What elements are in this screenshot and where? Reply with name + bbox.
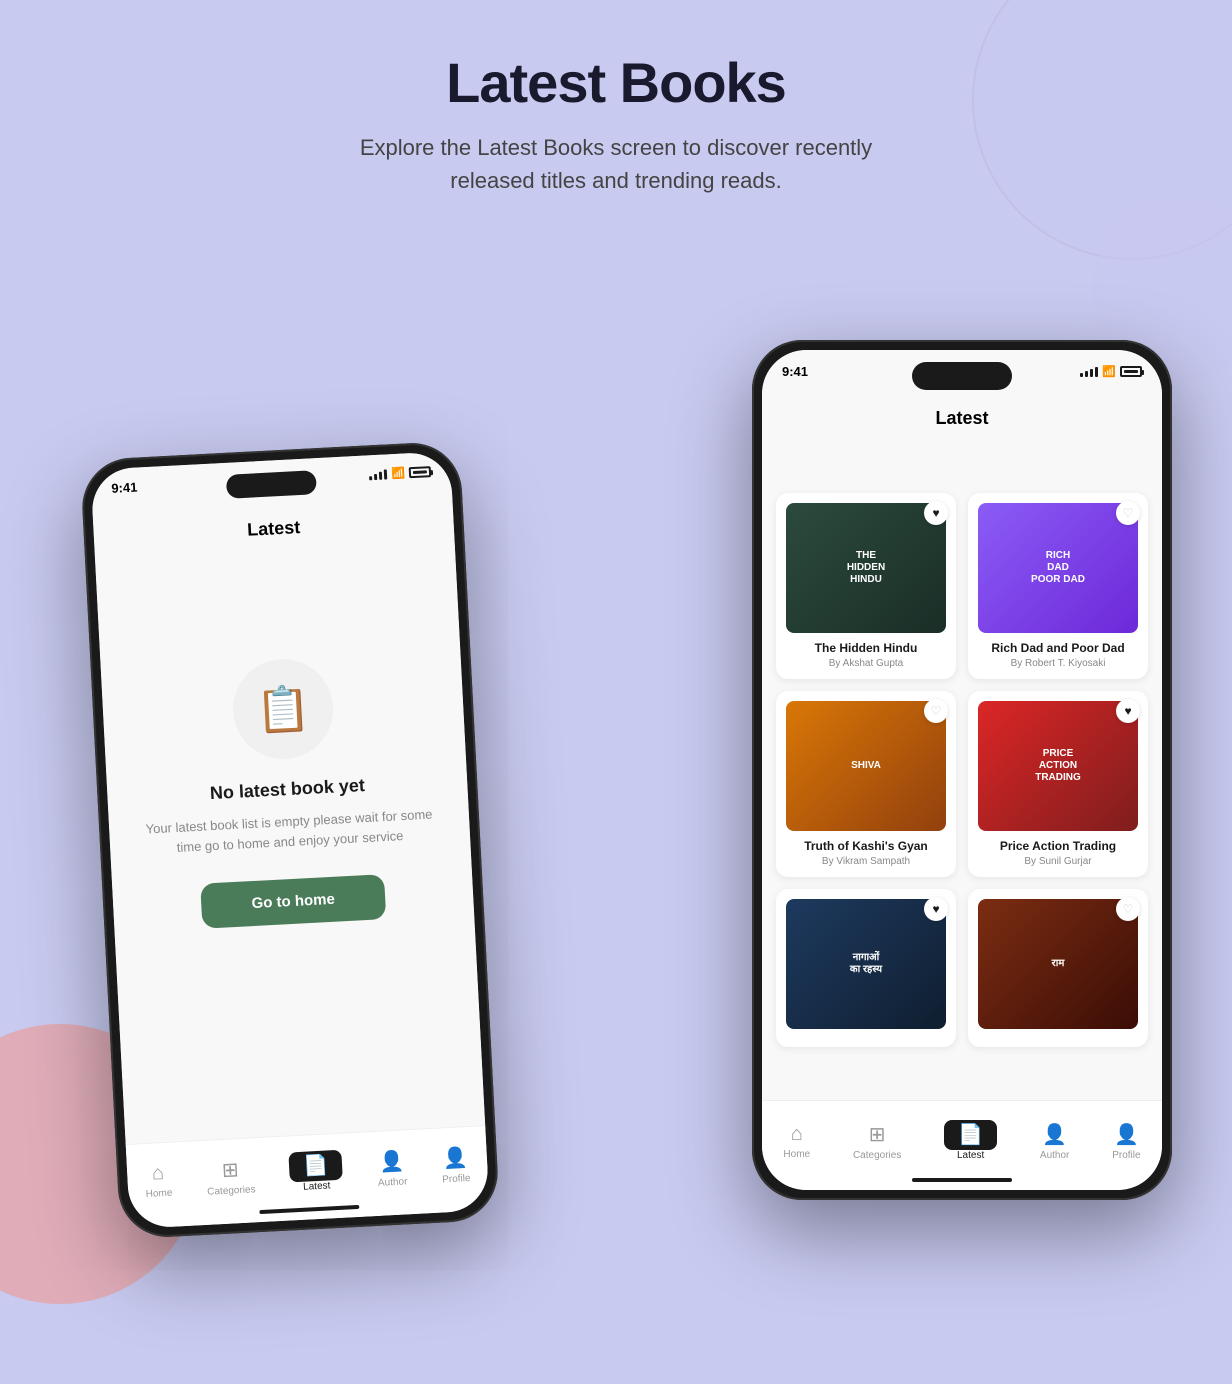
power-button [468, 600, 476, 680]
nav-profile-left[interactable]: 👤 Profile [440, 1145, 470, 1185]
screen-right-content: 9:41 📶 [762, 350, 1162, 1190]
phone-left-screen: 9:41 📶 [90, 451, 489, 1229]
nav-categories-right[interactable]: ⊞ Categories [853, 1122, 901, 1161]
phone-right-screen: 9:41 📶 [762, 350, 1162, 1190]
page-subtitle: Explore the Latest Books screen to disco… [316, 131, 916, 197]
screen-title-right: Latest [762, 408, 1162, 429]
book-author-rich-dad: By Robert T. Kiyosaki [978, 658, 1138, 669]
status-icons-right: 📶 [1080, 365, 1142, 378]
wifi-icon-right: 📶 [1102, 365, 1116, 378]
like-button-hidden-hindu[interactable]: ♥ [924, 501, 948, 525]
bottom-nav-left: ⌂ Home ⊞ Categories 📄 Latest 👤 [126, 1125, 490, 1229]
like-button-ram[interactable]: ♡ [1116, 897, 1140, 921]
time-right: 9:41 [782, 364, 808, 379]
home-icon: ⌂ [151, 1162, 164, 1186]
screen-left-content: 9:41 📶 [90, 451, 489, 1229]
latest-icon-right: 📄 [944, 1122, 997, 1147]
clipboard-icon: 📋 [254, 682, 311, 737]
bottom-nav-right: ⌂ Home ⊞ Categories 📄 Latest 👤 [762, 1100, 1162, 1190]
book-card-rich-dad[interactable]: RICHDADPOOR DAD ♡ Rich Dad and Poor Dad … [968, 493, 1148, 679]
like-button-rich-dad[interactable]: ♡ [1116, 501, 1140, 525]
empty-state: 📋 No latest book yet Your latest book li… [99, 610, 477, 973]
book-author-shiva: By Vikram Sampath [786, 856, 946, 867]
nav-latest-left[interactable]: 📄 Latest [289, 1151, 344, 1193]
dynamic-island-right [912, 362, 1012, 390]
book-card-hidden-hindu[interactable]: THEHIDDENHINDU ♥ The Hidden Hindu By Aks… [776, 493, 956, 679]
profile-icon-left: 👤 [442, 1145, 468, 1171]
book-cover-hidden-hindu: THEHIDDENHINDU [786, 503, 946, 633]
volume-up-button [81, 560, 87, 595]
like-button-shiva[interactable]: ♡ [924, 699, 948, 723]
nav-categories-label-right: Categories [853, 1150, 901, 1161]
nav-home-right[interactable]: ⌂ Home [783, 1123, 810, 1160]
nav-profile-label-left: Profile [442, 1173, 471, 1185]
nav-latest-label: Latest [303, 1180, 331, 1192]
dynamic-island-left [226, 470, 317, 499]
time-left: 9:41 [111, 480, 138, 496]
empty-description: Your latest book list is empty please wa… [139, 804, 441, 859]
signal-icon [369, 469, 387, 480]
nav-author-label-left: Author [378, 1176, 408, 1189]
author-icon-right: 👤 [1042, 1122, 1067, 1147]
book-title-shiva: Truth of Kashi's Gyan [786, 839, 946, 853]
status-icons-left: 📶 [369, 465, 431, 481]
phone-left: 9:41 📶 [80, 441, 500, 1240]
empty-icon-container: 📋 [231, 657, 336, 762]
home-indicator-right [912, 1178, 1012, 1182]
latest-icon: 📄 [289, 1151, 343, 1179]
like-button-price-action[interactable]: ♥ [1116, 699, 1140, 723]
nav-home-left[interactable]: ⌂ Home [144, 1161, 173, 1199]
book-card-naagas[interactable]: नागाओंका रहस्य ♥ [776, 889, 956, 1047]
like-button-naagas[interactable]: ♥ [924, 897, 948, 921]
author-icon-left: 👤 [378, 1148, 404, 1174]
book-title-rich-dad: Rich Dad and Poor Dad [978, 641, 1138, 655]
book-cover-shiva: SHIVA [786, 701, 946, 831]
book-card-price-action[interactable]: PRICEACTIONTRADING ♥ Price Action Tradin… [968, 691, 1148, 877]
nav-home-label: Home [145, 1187, 172, 1199]
nav-profile-label-right: Profile [1112, 1150, 1140, 1161]
wifi-icon: 📶 [391, 466, 405, 480]
nav-latest-right[interactable]: 📄 Latest [944, 1122, 997, 1161]
book-card-ram[interactable]: राम ♡ [968, 889, 1148, 1047]
nav-categories-left[interactable]: ⊞ Categories [205, 1156, 255, 1197]
nav-author-right[interactable]: 👤 Author [1040, 1122, 1069, 1161]
nav-home-label-right: Home [783, 1149, 810, 1160]
book-title-price-action: Price Action Trading [978, 839, 1138, 853]
book-title-hidden-hindu: The Hidden Hindu [786, 641, 946, 655]
empty-title: No latest book yet [209, 775, 365, 804]
book-cover-rich-dad: RICHDADPOOR DAD [978, 503, 1138, 633]
page-header: Latest Books Explore the Latest Books sc… [0, 0, 1232, 197]
book-cover-ram: राम [978, 899, 1138, 1029]
nav-categories-label: Categories [207, 1184, 256, 1198]
book-cover-price-action: PRICEACTIONTRADING [978, 701, 1138, 831]
silent-button [88, 685, 95, 745]
home-icon-right: ⌂ [791, 1123, 803, 1146]
battery-icon [409, 466, 432, 478]
battery-icon-right [1120, 366, 1142, 377]
screen-title-left: Latest [93, 509, 454, 549]
nav-author-label-right: Author [1040, 1150, 1069, 1161]
profile-icon-right: 👤 [1114, 1122, 1139, 1147]
signal-icon-right [1080, 367, 1098, 377]
book-author-price-action: By Sunil Gurjar [978, 856, 1138, 867]
book-cover-naagas: नागाओंका रहस्य [786, 899, 946, 1029]
categories-icon-right: ⊞ [869, 1122, 886, 1147]
book-author-hidden-hindu: By Akshat Gupta [786, 658, 946, 669]
phone-right: 9:41 📶 [752, 340, 1172, 1200]
go-home-button[interactable]: Go to home [200, 874, 385, 929]
categories-icon: ⊞ [221, 1157, 239, 1183]
nav-author-left[interactable]: 👤 Author [376, 1148, 407, 1188]
page-title: Latest Books [0, 50, 1232, 115]
books-grid: THEHIDDENHINDU ♥ The Hidden Hindu By Aks… [762, 481, 1162, 1059]
nav-profile-right[interactable]: 👤 Profile [1112, 1122, 1140, 1161]
phones-container: 9:41 📶 [0, 230, 1232, 1384]
book-card-shiva[interactable]: SHIVA ♡ Truth of Kashi's Gyan By Vikram … [776, 691, 956, 877]
nav-latest-label-right: Latest [957, 1150, 984, 1161]
volume-down-button [84, 610, 91, 670]
